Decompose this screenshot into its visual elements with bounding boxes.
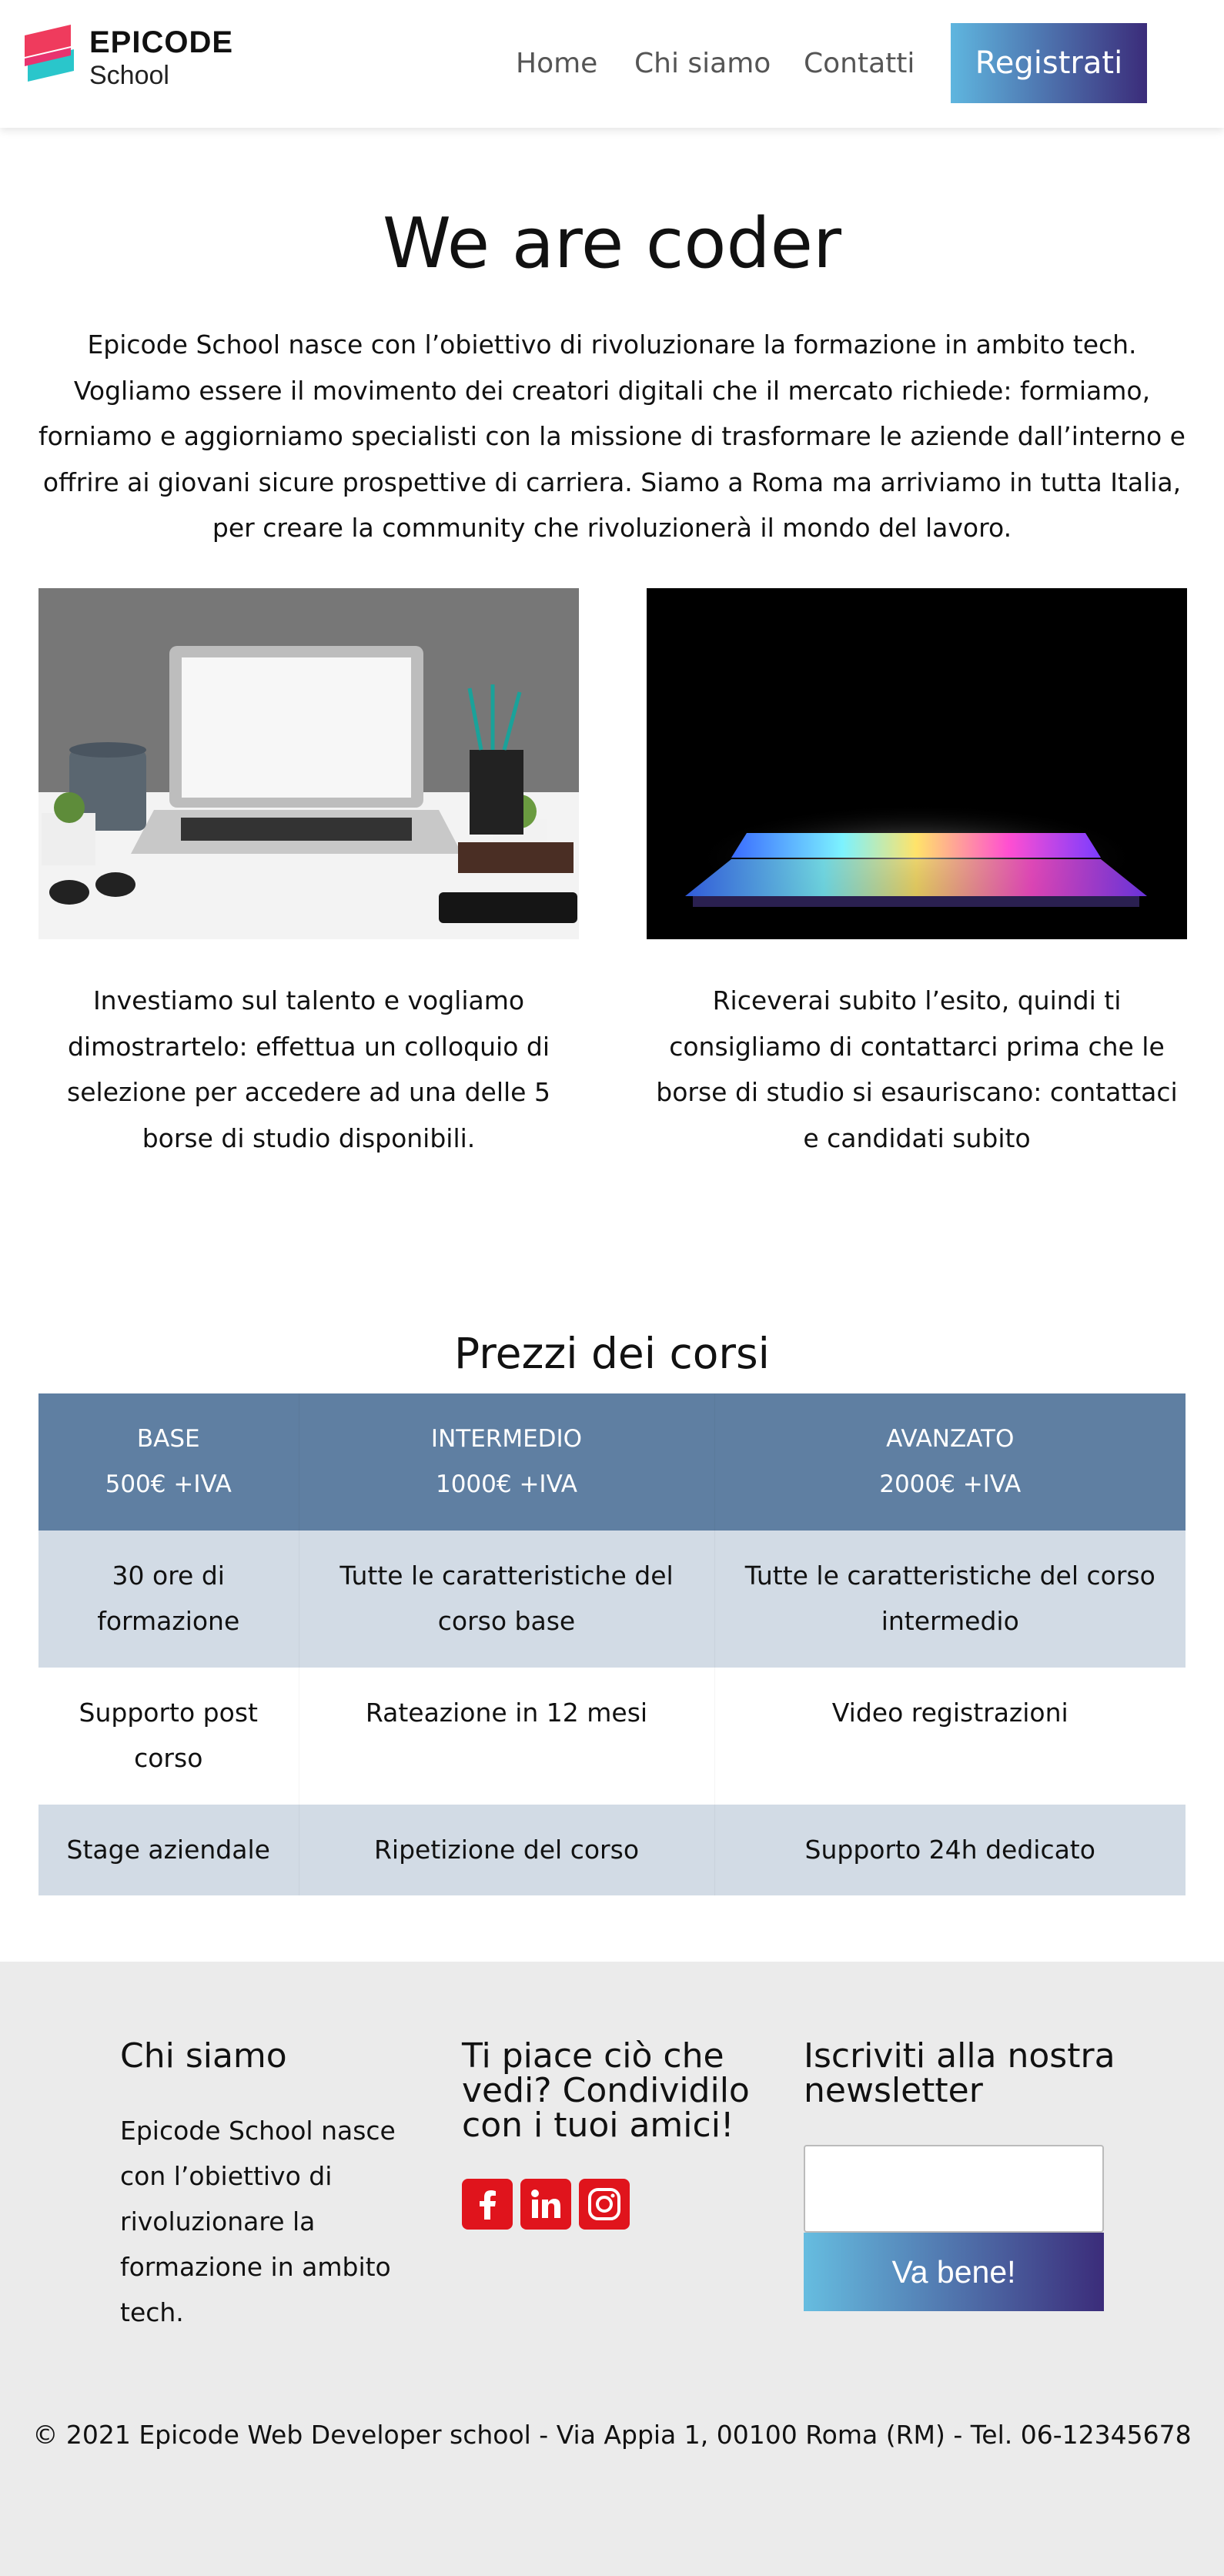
footer-newsletter-title: Iscriviti alla nostra newsletter [804,2036,1115,2110]
table-row: Stage aziendale Ripetizione del corso Su… [38,1805,1186,1895]
price-header-row: BASE 500€ +IVA INTERMEDIO 1000€ +IVA AVA… [38,1393,1186,1531]
plan-price: 1000€ +IVA [435,1470,578,1498]
footer: Chi siamo Epicode School nasce con l’obi… [0,1962,1224,2576]
nav-chi-siamo-link[interactable]: Chi siamo [634,45,771,83]
table-cell: Supporto 24h dedicato [714,1805,1186,1895]
card-text-right: Riceverai subito l’esito, quindi ti cons… [656,985,1178,1153]
nav-contatti-link[interactable]: Contatti [804,45,915,83]
table-cell: Ripetizione del corso [298,1805,714,1895]
newsletter-email-input[interactable] [804,2145,1104,2233]
footer-share-title: Ti piace ciò che vedi? Condividilo con i… [462,2036,750,2145]
laptop-on-desk-image [38,588,579,939]
table-cell: Rateazione in 12 mesi [298,1668,714,1805]
linkedin-icon[interactable] [520,2179,571,2230]
hero-text: Epicode School nasce con l’obiettivo di … [38,330,1186,543]
footer-about-title: Chi siamo [120,2036,287,2076]
price-table: BASE 500€ +IVA INTERMEDIO 1000€ +IVA AVA… [38,1393,1186,1895]
plan-header-intermedio: INTERMEDIO 1000€ +IVA [298,1393,714,1531]
table-row: 30 ore di formazione Tutte le caratteris… [38,1531,1186,1668]
plan-name: BASE [136,1425,200,1453]
plan-price: 2000€ +IVA [879,1470,1022,1498]
table-row: Supporto post corso Rateazione in 12 mes… [38,1668,1186,1805]
table-cell: 30 ore di formazione [38,1531,299,1668]
glowing-laptop-image [647,588,1187,939]
register-button[interactable]: Registrati [951,23,1147,103]
footer-about-text: Epicode School nasce con l’obiettivo di … [120,2116,396,2327]
table-cell: Stage aziendale [38,1805,299,1895]
logo-subname: School [89,61,169,90]
nav-home-link[interactable]: Home [516,45,597,83]
table-cell: Video registrazioni [714,1668,1186,1805]
newsletter-submit-button[interactable]: Va bene! [804,2233,1104,2311]
facebook-icon[interactable] [462,2179,513,2230]
table-cell: Tutte le caratteristiche del corso inter… [714,1531,1186,1668]
logo-name: EPICODE [89,25,234,59]
instagram-icon[interactable] [579,2179,630,2230]
copyright-text: © 2021 Epicode Web Developer school - Vi… [32,2420,1192,2450]
table-cell: Supporto post corso [38,1668,299,1805]
plan-price: 500€ +IVA [105,1470,232,1498]
table-cell: Tutte le caratteristiche del corso base [298,1531,714,1668]
navbar: EPICODE School Home Chi siamo Contatti R… [0,0,1224,128]
hero-title: We are coder [383,203,841,284]
plan-header-base: BASE 500€ +IVA [38,1393,299,1531]
logo[interactable]: EPICODE School [25,25,232,94]
card-text-left: Investiamo sul talento e vogliamo dimost… [67,985,550,1153]
logo-mark-icon [25,25,74,82]
plan-name: INTERMEDIO [430,1425,583,1453]
prices-title: Prezzi dei corsi [454,1329,770,1378]
plan-header-avanzato: AVANZATO 2000€ +IVA [714,1393,1186,1531]
plan-name: AVANZATO [886,1425,1015,1453]
